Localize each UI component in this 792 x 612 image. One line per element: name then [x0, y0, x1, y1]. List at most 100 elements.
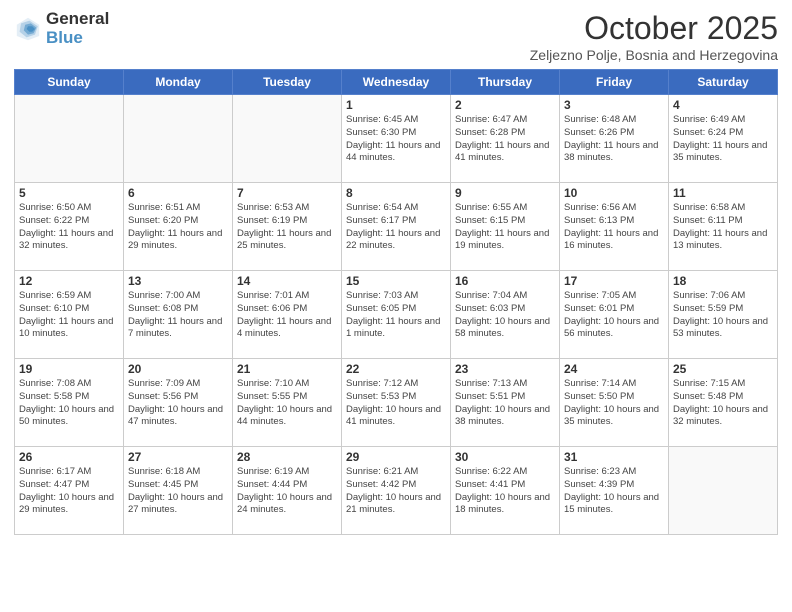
- day-info: Sunrise: 7:06 AM Sunset: 5:59 PM Dayligh…: [673, 290, 773, 341]
- day-info: Sunrise: 7:14 AM Sunset: 5:50 PM Dayligh…: [564, 378, 664, 429]
- calendar-cell: 28 Sunrise: 6:19 AM Sunset: 4:44 PM Dayli…: [233, 447, 342, 535]
- calendar-cell: 8Sunrise: 6:54 AM Sunset: 6:17 PM Daylig…: [342, 183, 451, 271]
- calendar-cell: 19Sunrise: 7:08 AM Sunset: 5:58 PM Dayli…: [15, 359, 124, 447]
- day-number: 17: [564, 274, 664, 288]
- logo-text: General Blue: [46, 10, 109, 47]
- day-number: 14: [237, 274, 337, 288]
- day-info: Sunrise: 7:10 AM Sunset: 5:55 PM Dayligh…: [237, 378, 337, 429]
- calendar-body: 1 Sunrise: 6:45 AM Sunset: 6:30 PM Daylig…: [15, 95, 778, 535]
- header-saturday: Saturday: [669, 70, 778, 95]
- calendar-cell: 3 Sunrise: 6:48 AM Sunset: 6:26 PM Daylig…: [560, 95, 669, 183]
- calendar-cell: 30Sunrise: 6:22 AM Sunset: 4:41 PM Dayli…: [451, 447, 560, 535]
- header: General Blue October 2025 Zeljezno Polje…: [14, 10, 778, 63]
- header-wednesday: Wednesday: [342, 70, 451, 95]
- day-number: 12: [19, 274, 119, 288]
- calendar-cell: 15Sunrise: 7:03 AM Sunset: 6:05 PM Dayli…: [342, 271, 451, 359]
- day-number: 27: [128, 450, 228, 464]
- calendar-cell: 11Sunrise: 6:58 AM Sunset: 6:11 PM Dayli…: [669, 183, 778, 271]
- day-info: Sunrise: 6:18 AM Sunset: 4:45 PM Dayligh…: [128, 466, 228, 517]
- day-number: 25: [673, 362, 773, 376]
- day-number: 4: [673, 98, 773, 112]
- header-thursday: Thursday: [451, 70, 560, 95]
- calendar-cell: 7Sunrise: 6:53 AM Sunset: 6:19 PM Daylig…: [233, 183, 342, 271]
- calendar-cell: 25 Sunrise: 7:15 AM Sunset: 5:48 PM Dayli…: [669, 359, 778, 447]
- day-info: Sunrise: 6:22 AM Sunset: 4:41 PM Dayligh…: [455, 466, 555, 517]
- day-info: Sunrise: 6:45 AM Sunset: 6:30 PM Dayligh…: [346, 114, 446, 165]
- weekday-header-row: Sunday Monday Tuesday Wednesday Thursday…: [15, 70, 778, 95]
- calendar-cell: [15, 95, 124, 183]
- day-number: 1: [346, 98, 446, 112]
- day-number: 8: [346, 186, 446, 200]
- day-number: 16: [455, 274, 555, 288]
- calendar-cell: 9 Sunrise: 6:55 AM Sunset: 6:15 PM Daylig…: [451, 183, 560, 271]
- calendar-cell: 13Sunrise: 7:00 AM Sunset: 6:08 PM Dayli…: [124, 271, 233, 359]
- calendar-row-3: 12 Sunrise: 6:59 AM Sunset: 6:10 PM Dayli…: [15, 271, 778, 359]
- calendar-cell: 21Sunrise: 7:10 AM Sunset: 5:55 PM Dayli…: [233, 359, 342, 447]
- calendar-row-1: 1 Sunrise: 6:45 AM Sunset: 6:30 PM Daylig…: [15, 95, 778, 183]
- day-info: Sunrise: 6:56 AM Sunset: 6:13 PM Dayligh…: [564, 202, 664, 253]
- page: General Blue October 2025 Zeljezno Polje…: [0, 0, 792, 612]
- calendar-cell: 23 Sunrise: 7:13 AM Sunset: 5:51 PM Dayli…: [451, 359, 560, 447]
- day-info: Sunrise: 6:48 AM Sunset: 6:26 PM Dayligh…: [564, 114, 664, 165]
- day-number: 10: [564, 186, 664, 200]
- day-info: Sunrise: 7:12 AM Sunset: 5:53 PM Dayligh…: [346, 378, 446, 429]
- calendar-cell: 4Sunrise: 6:49 AM Sunset: 6:24 PM Daylig…: [669, 95, 778, 183]
- day-number: 2: [455, 98, 555, 112]
- calendar-cell: 27 Sunrise: 6:18 AM Sunset: 4:45 PM Dayli…: [124, 447, 233, 535]
- calendar-cell: [669, 447, 778, 535]
- day-info: Sunrise: 6:19 AM Sunset: 4:44 PM Dayligh…: [237, 466, 337, 517]
- day-number: 20: [128, 362, 228, 376]
- day-info: Sunrise: 6:59 AM Sunset: 6:10 PM Dayligh…: [19, 290, 119, 341]
- day-info: Sunrise: 6:51 AM Sunset: 6:20 PM Dayligh…: [128, 202, 228, 253]
- day-number: 22: [346, 362, 446, 376]
- day-info: Sunrise: 6:17 AM Sunset: 4:47 PM Dayligh…: [19, 466, 119, 517]
- calendar-row-4: 19Sunrise: 7:08 AM Sunset: 5:58 PM Dayli…: [15, 359, 778, 447]
- calendar-cell: 5Sunrise: 6:50 AM Sunset: 6:22 PM Daylig…: [15, 183, 124, 271]
- day-info: Sunrise: 6:23 AM Sunset: 4:39 PM Dayligh…: [564, 466, 664, 517]
- day-number: 26: [19, 450, 119, 464]
- day-info: Sunrise: 6:53 AM Sunset: 6:19 PM Dayligh…: [237, 202, 337, 253]
- logo-blue: Blue: [46, 29, 109, 48]
- day-number: 31: [564, 450, 664, 464]
- calendar-cell: 1 Sunrise: 6:45 AM Sunset: 6:30 PM Daylig…: [342, 95, 451, 183]
- day-number: 5: [19, 186, 119, 200]
- day-number: 3: [564, 98, 664, 112]
- calendar-cell: 17 Sunrise: 7:05 AM Sunset: 6:01 PM Dayli…: [560, 271, 669, 359]
- day-info: Sunrise: 7:08 AM Sunset: 5:58 PM Dayligh…: [19, 378, 119, 429]
- logo-general: General: [46, 10, 109, 29]
- day-info: Sunrise: 7:09 AM Sunset: 5:56 PM Dayligh…: [128, 378, 228, 429]
- day-info: Sunrise: 6:47 AM Sunset: 6:28 PM Dayligh…: [455, 114, 555, 165]
- day-number: 23: [455, 362, 555, 376]
- header-sunday: Sunday: [15, 70, 124, 95]
- location-subtitle: Zeljezno Polje, Bosnia and Herzegovina: [530, 47, 778, 63]
- day-info: Sunrise: 6:21 AM Sunset: 4:42 PM Dayligh…: [346, 466, 446, 517]
- calendar-cell: 14 Sunrise: 7:01 AM Sunset: 6:06 PM Dayli…: [233, 271, 342, 359]
- calendar-cell: [233, 95, 342, 183]
- calendar-cell: 18 Sunrise: 7:06 AM Sunset: 5:59 PM Dayli…: [669, 271, 778, 359]
- day-info: Sunrise: 7:15 AM Sunset: 5:48 PM Dayligh…: [673, 378, 773, 429]
- day-number: 6: [128, 186, 228, 200]
- logo: General Blue: [14, 10, 109, 47]
- calendar-cell: 12 Sunrise: 6:59 AM Sunset: 6:10 PM Dayli…: [15, 271, 124, 359]
- day-number: 15: [346, 274, 446, 288]
- day-info: Sunrise: 7:05 AM Sunset: 6:01 PM Dayligh…: [564, 290, 664, 341]
- day-number: 13: [128, 274, 228, 288]
- day-number: 18: [673, 274, 773, 288]
- day-info: Sunrise: 7:13 AM Sunset: 5:51 PM Dayligh…: [455, 378, 555, 429]
- calendar-row-5: 26 Sunrise: 6:17 AM Sunset: 4:47 PM Dayli…: [15, 447, 778, 535]
- day-info: Sunrise: 7:04 AM Sunset: 6:03 PM Dayligh…: [455, 290, 555, 341]
- day-info: Sunrise: 7:01 AM Sunset: 6:06 PM Dayligh…: [237, 290, 337, 341]
- calendar-cell: 2 Sunrise: 6:47 AM Sunset: 6:28 PM Daylig…: [451, 95, 560, 183]
- calendar-cell: 29 Sunrise: 6:21 AM Sunset: 4:42 PM Dayli…: [342, 447, 451, 535]
- calendar-cell: 31 Sunrise: 6:23 AM Sunset: 4:39 PM Dayli…: [560, 447, 669, 535]
- day-number: 29: [346, 450, 446, 464]
- calendar-cell: 20 Sunrise: 7:09 AM Sunset: 5:56 PM Dayli…: [124, 359, 233, 447]
- header-friday: Friday: [560, 70, 669, 95]
- logo-icon: [14, 15, 42, 43]
- calendar-cell: 22 Sunrise: 7:12 AM Sunset: 5:53 PM Dayli…: [342, 359, 451, 447]
- day-number: 28: [237, 450, 337, 464]
- calendar-table: Sunday Monday Tuesday Wednesday Thursday…: [14, 69, 778, 535]
- calendar-cell: 6 Sunrise: 6:51 AM Sunset: 6:20 PM Daylig…: [124, 183, 233, 271]
- day-number: 9: [455, 186, 555, 200]
- day-info: Sunrise: 6:55 AM Sunset: 6:15 PM Dayligh…: [455, 202, 555, 253]
